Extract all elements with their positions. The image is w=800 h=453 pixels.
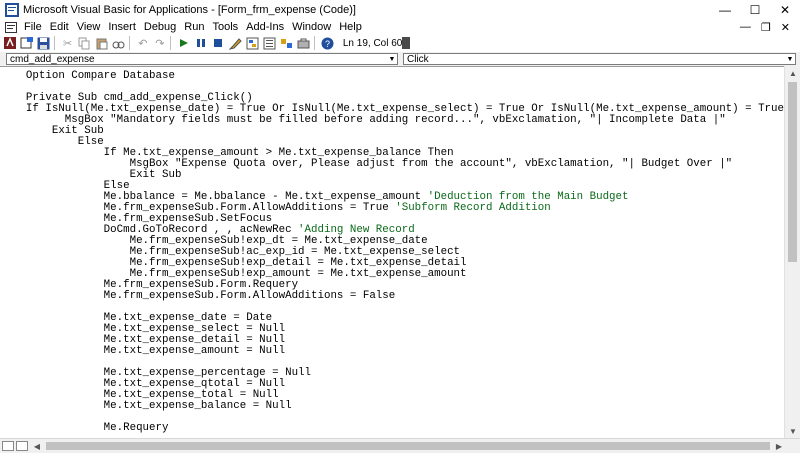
procedure-dropdown-value: Click [407,54,429,65]
code-line[interactable]: Me.Requery [0,423,784,434]
horizontal-scroll-thumb[interactable] [46,442,770,450]
toolbar-separator [170,36,172,50]
toolbar-grip[interactable] [402,37,410,49]
code-line[interactable]: Me.frm_expenseSub.Form.AllowAdditions = … [0,291,784,302]
code-comment: 'Subform Record Addition [395,202,551,214]
vertical-scrollbar[interactable]: ▲ ▼ [784,66,800,438]
title-bar: Microsoft Visual Basic for Applications … [0,0,800,20]
code-editor[interactable]: Option Compare Database Private Sub cmd_… [0,66,784,439]
code-text: Option Compare Database [0,70,175,82]
menu-tools[interactable]: Tools [208,21,242,33]
maximize-button[interactable]: ☐ [740,0,770,20]
scroll-up-icon[interactable]: ▲ [785,66,800,80]
scroll-left-icon[interactable]: ◀ [30,440,44,452]
scroll-down-icon[interactable]: ▼ [785,424,800,438]
vertical-scroll-thumb[interactable] [788,82,797,262]
code-text: Me.txt_expense_amount = Null [0,345,286,357]
code-text: Me.txt_expense_balance = Null [0,400,292,412]
chevron-down-icon[interactable]: ▼ [387,54,397,64]
copy-icon[interactable] [77,35,92,51]
window-title: Microsoft Visual Basic for Applications … [23,4,356,16]
menu-add-ins[interactable]: Add-Ins [242,21,288,33]
procedure-view-icon[interactable] [2,441,14,451]
menu-run[interactable]: Run [180,21,208,33]
undo-icon[interactable]: ↶ [135,35,150,51]
object-dropdown[interactable]: cmd_add_expense ▼ [6,53,398,65]
redo-icon[interactable]: ↷ [152,35,167,51]
code-line[interactable]: MsgBox "Mandatory fields must be filled … [0,115,784,126]
code-line[interactable]: Option Compare Database [0,71,784,82]
code-line[interactable]: Me.txt_expense_amount = Null [0,346,784,357]
svg-text:?: ? [325,39,330,49]
code-window-icon[interactable] [5,21,17,33]
design-mode-icon[interactable] [228,35,243,51]
project-explorer-icon[interactable] [245,35,260,51]
full-module-view-icon[interactable] [16,441,28,451]
menu-window[interactable]: Window [288,21,335,33]
properties-window-icon[interactable] [262,35,277,51]
vba-app-icon [5,3,19,17]
procedure-dropdown[interactable]: Click ▼ [403,53,796,65]
code-text: Me.frm_expenseSub.Form.AllowAdditions = … [0,290,396,302]
run-icon[interactable] [176,35,191,51]
code-text: MsgBox "Mandatory fields must be filled … [0,114,726,126]
save-icon[interactable] [36,35,51,51]
break-icon[interactable] [193,35,208,51]
toolbar-separator [313,36,315,50]
mdi-close-button[interactable]: ✕ [781,21,790,34]
view-access-icon[interactable] [2,35,17,51]
menu-debug[interactable]: Debug [140,21,180,33]
code-line[interactable]: Me.txt_expense_balance = Null [0,401,784,412]
object-browser-icon[interactable] [279,35,294,51]
object-dropdown-value: cmd_add_expense [10,54,95,65]
toolbox-icon[interactable] [296,35,311,51]
insert-module-icon[interactable] [19,35,34,51]
horizontal-scrollbar[interactable]: ◀ ▶ [0,438,800,453]
paste-icon[interactable] [94,35,109,51]
menu-bar: File Edit View Insert Debug Run Tools Ad… [0,20,800,34]
menu-edit[interactable]: Edit [46,21,73,33]
menu-help[interactable]: Help [335,21,366,33]
toolbar-separator [54,36,56,50]
standard-toolbar: ✂ ↶ ↷ ? Ln 19, Col 60 [0,34,800,53]
cut-icon[interactable]: ✂ [60,35,75,51]
menu-insert[interactable]: Insert [104,21,140,33]
mdi-restore-button[interactable]: ❐ [761,21,771,34]
code-lines: Option Compare Database Private Sub cmd_… [0,71,784,434]
toolbar-separator [129,36,131,50]
find-icon[interactable] [111,35,126,51]
mdi-minimize-button[interactable]: — [740,21,751,33]
minimize-button[interactable]: — [710,0,740,20]
close-button[interactable]: ✕ [770,0,800,20]
help-icon[interactable]: ? [320,35,335,51]
chevron-down-icon[interactable]: ▼ [785,54,795,64]
reset-icon[interactable] [211,35,226,51]
code-dropdown-row: cmd_add_expense ▼ Click ▼ [0,52,800,66]
menu-file[interactable]: File [20,21,46,33]
code-line[interactable]: Exit Sub [0,126,784,137]
cursor-position-status: Ln 19, Col 60 [342,37,403,49]
menu-view[interactable]: View [73,21,105,33]
code-text: Me.Requery [0,422,169,434]
scroll-right-icon[interactable]: ▶ [772,440,786,452]
